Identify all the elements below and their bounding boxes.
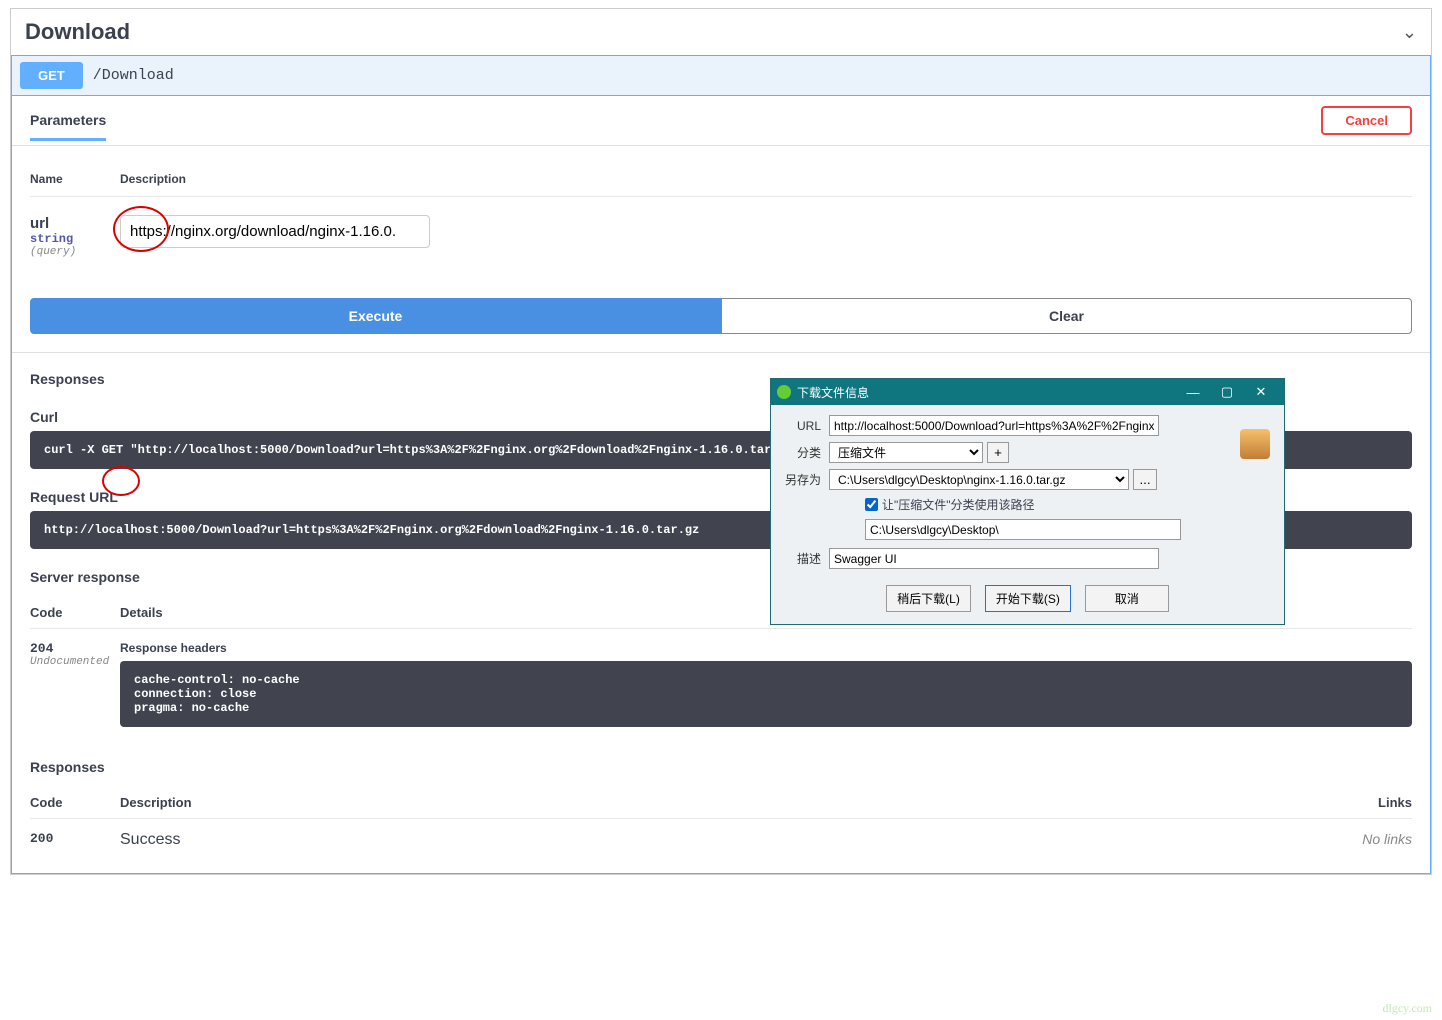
chevron-down-icon[interactable]: ⌄ [1402,22,1417,43]
maximize-button[interactable]: ▢ [1210,384,1244,400]
param-location: (query) [30,246,120,258]
start-download-button[interactable]: 开始下载(S) [985,585,1071,612]
parameters-tab[interactable]: Parameters [30,112,106,141]
url-label: URL [785,419,829,433]
cancel-button[interactable]: Cancel [1321,106,1412,135]
category-label: 分类 [785,444,829,461]
use-path-checkbox[interactable]: 让"压缩文件"分类使用该路径 [865,496,1270,513]
saveas-select[interactable]: C:\Users\dlgcy\Desktop\nginx-1.16.0.tar.… [829,469,1129,490]
response-row-200: 200 Success No links [30,819,1412,861]
execute-button[interactable]: Execute [30,298,721,334]
description-label: 描述 [785,550,829,567]
column-links: Links [1332,795,1412,810]
param-row: url string (query) [30,197,1412,258]
operation-header[interactable]: GET /Download [12,56,1430,95]
saveas-label: 另存为 [785,471,829,488]
archive-icon [1240,429,1270,459]
status-code: 200 [30,831,120,849]
dialog-title: 下载文件信息 [797,384,869,401]
status-code: 204 [30,641,120,656]
globe-icon [777,385,791,399]
http-method-badge: GET [20,62,83,89]
minimize-button[interactable]: — [1176,385,1210,400]
param-name: url [30,215,120,232]
description-input[interactable] [829,548,1159,569]
column-description: Description [120,795,1332,810]
checkbox-label: 让"压缩文件"分类使用该路径 [882,496,1035,513]
url-input[interactable] [120,215,430,248]
add-category-button[interactable]: + [987,442,1009,463]
browse-button[interactable]: ... [1133,469,1157,490]
checkbox-icon[interactable] [865,498,878,511]
cancel-download-button[interactable]: 取消 [1085,585,1169,612]
response-headers-code[interactable]: cache-control: no-cache connection: clos… [120,661,1412,727]
response-links: No links [1332,831,1412,849]
path-input[interactable] [865,519,1181,540]
undocumented-label: Undocumented [30,656,120,668]
column-name: Name [30,172,120,186]
watermark: dlgcy.com [1382,1001,1432,1016]
section-title[interactable]: Download [25,19,1402,45]
column-code: Code [30,605,120,620]
idm-download-dialog[interactable]: 下载文件信息 — ▢ ✕ URL 分类 压缩文件 + 另存为 C:\Users\… [770,378,1285,625]
column-description: Description [120,172,1412,186]
close-button[interactable]: ✕ [1244,384,1278,400]
column-code: Code [30,795,120,810]
operation-path: /Download [93,67,174,84]
param-type: string [30,232,120,246]
category-select[interactable]: 压缩文件 [829,442,983,463]
download-later-button[interactable]: 稍后下载(L) [886,585,971,612]
response-headers-label: Response headers [120,641,1412,655]
responses-label: Responses [30,739,1412,781]
response-description: Success [120,831,1332,849]
response-row-204: 204 Undocumented Response headers cache-… [30,629,1412,739]
clear-button[interactable]: Clear [721,298,1412,334]
idm-url-input[interactable] [829,415,1159,436]
